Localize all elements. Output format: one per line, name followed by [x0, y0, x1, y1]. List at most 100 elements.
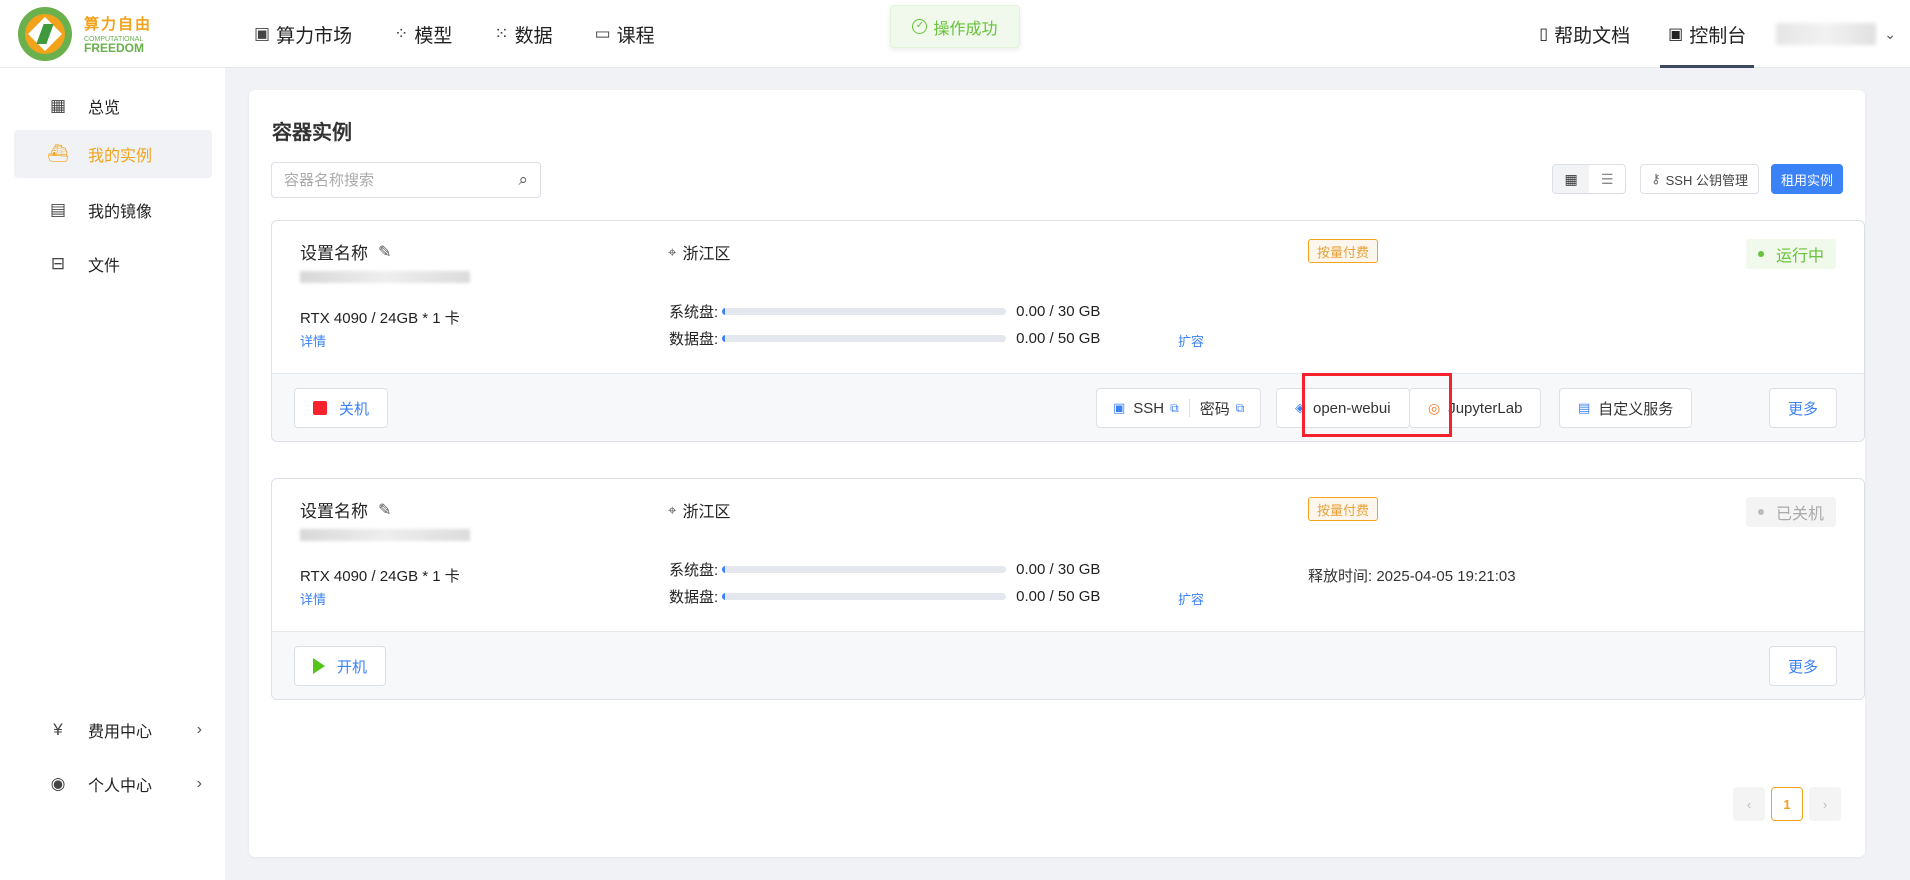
brand-text[interactable]: 算力自由 COMPUTATIONAL FREEDOM [84, 13, 152, 54]
page-title: 容器实例 [272, 122, 352, 144]
search-input[interactable] [284, 171, 519, 189]
system-disk: 系统盘: 0.00 / 30 GB [669, 559, 1100, 580]
nav-label: 数据 [514, 25, 553, 47]
instance-region: ⌖ 浙江区 [668, 240, 730, 264]
sidebar-item-label: 我的镜像 [88, 204, 153, 221]
pagination: ‹ 1 › [1733, 787, 1841, 821]
disk-value: 0.00 / 50 GB [1016, 588, 1101, 605]
disk-usage-bar [722, 566, 1007, 573]
instance-region: ⌖ 浙江区 [668, 498, 730, 522]
expand-disk-link[interactable]: 扩容 [1178, 589, 1204, 608]
stop-icon [313, 401, 327, 415]
top-navbar: 算力自由 COMPUTATIONAL FREEDOM ▣ 算力市场 ⁘ 模型 ⁙ 数据… [0, 0, 1910, 68]
custom-service-button[interactable]: ▤ 自定义服务 [1559, 388, 1693, 428]
more-label: 更多 [1788, 658, 1819, 676]
detail-link[interactable]: 详情 [300, 589, 326, 608]
instance-card: 设置名称 ✎ RTX 4090 / 24GB * 1 卡 详情 ⌖ 浙江区 系统盘:… [271, 478, 1865, 700]
disk-usage-fill [722, 566, 725, 573]
ssh-login-group: ▣ SSH ⧉ 密码 ⧉ [1096, 388, 1262, 428]
nav-item-model[interactable]: ⁘ 模型 [394, 21, 452, 48]
document-icon: ▤ [1578, 400, 1591, 415]
power-off-button[interactable]: 关机 [294, 388, 389, 428]
sidebar-item-label: 个人中心 [88, 778, 153, 795]
ssh-key-label: SSH 公钥管理 [1665, 172, 1748, 188]
grid-view-icon[interactable]: ▦ [1553, 165, 1590, 193]
sidebar-item-overview[interactable]: ▦ 总览 [14, 82, 212, 130]
terminal-icon: ▣ [1113, 400, 1126, 415]
toolbar: ▦ ☰ ⚷ SSH 公钥管理 租用实例 [1552, 164, 1843, 194]
success-toast: ✓ 操作成功 [890, 5, 1020, 48]
billing-badge: 按量付费 [1308, 497, 1379, 521]
disk-label: 系统盘: [669, 562, 719, 579]
chip-icon: ▣ [254, 24, 271, 43]
sidebar-item-images[interactable]: ▤ 我的镜像 [14, 186, 212, 234]
more-button[interactable]: 更多 [1769, 388, 1838, 428]
status-dot [1757, 509, 1764, 515]
chevron-down-icon: ⌄ [1884, 25, 1896, 42]
console-link[interactable]: ▣ 控制台 [1660, 0, 1755, 68]
disk-label: 系统盘: [669, 304, 719, 321]
main-panel: 容器实例 ⌕ ▦ ☰ ⚷ SSH 公钥管理 租用实例 设置名称 ✎ RTX 4090… [249, 90, 1865, 857]
nav-label: 模型 [414, 25, 453, 47]
sidebar-item-billing[interactable]: ¥ 费用中心 › [14, 706, 212, 754]
expand-disk-link[interactable]: 扩容 [1178, 331, 1204, 350]
brand-logo[interactable] [18, 7, 72, 61]
region-label: 浙江区 [682, 246, 731, 263]
book-icon: ▯ [1539, 26, 1549, 43]
jupyter-label: JupyterLab [1448, 399, 1523, 417]
nav-item-data[interactable]: ⁙ 数据 [494, 21, 552, 48]
sidebar-item-label: 文件 [88, 258, 121, 275]
sidebar-item-files[interactable]: ⊟ 文件 [14, 240, 212, 288]
monitor-icon: ▣ [1668, 26, 1684, 43]
help-docs-link[interactable]: ▯ 帮助文档 [1531, 0, 1638, 68]
dashboard-icon: ▦ [49, 96, 67, 115]
model-icon: ⁘ [394, 24, 409, 43]
drive-icon: ⊟ [50, 254, 66, 273]
instance-id-blurred [300, 529, 470, 541]
instance-name-row: 设置名称 ✎ [300, 239, 391, 264]
sidebar-item-instances[interactable]: ⛴ 我的实例 [14, 130, 212, 178]
user-menu[interactable]: ⌄ [1776, 23, 1896, 45]
sidebar-item-label: 我的实例 [88, 148, 153, 165]
card-actions: 关机 ▣ SSH ⧉ 密码 ⧉ ◈ open-webui ◎ JupyterLab … [272, 373, 1864, 441]
billing-badge: 按量付费 [1308, 239, 1379, 263]
power-on-button[interactable]: 开机 [294, 646, 387, 686]
yen-icon: ¥ [53, 720, 63, 739]
chevron-right-icon: › [196, 775, 202, 792]
avatar [1776, 23, 1877, 45]
rent-instance-button[interactable]: 租用实例 [1770, 164, 1843, 194]
copy-icon[interactable]: ⧉ [1170, 401, 1179, 416]
disk-usage-fill [722, 593, 725, 600]
scrollbar[interactable] [1896, 68, 1910, 880]
course-icon: ▭ [594, 24, 611, 43]
more-label: 更多 [1788, 400, 1819, 418]
prev-page-button[interactable]: ‹ [1733, 787, 1765, 821]
edit-icon[interactable]: ✎ [378, 500, 391, 520]
toast-text: 操作成功 [933, 20, 998, 38]
nav-item-course[interactable]: ▭ 课程 [595, 21, 655, 48]
edit-icon[interactable]: ✎ [378, 242, 391, 262]
search-icon[interactable]: ⌕ [518, 170, 528, 190]
list-view-icon[interactable]: ☰ [1589, 165, 1625, 193]
custom-label: 自定义服务 [1598, 400, 1674, 418]
disk-usage-bar [722, 308, 1007, 315]
location-icon: ⌖ [668, 243, 677, 261]
status-badge: 运行中 [1745, 239, 1836, 269]
view-toggle: ▦ ☰ [1552, 164, 1627, 194]
more-button[interactable]: 更多 [1769, 646, 1838, 686]
disk-value: 0.00 / 30 GB [1016, 303, 1101, 320]
disk-label: 数据盘: [669, 589, 719, 606]
status-text: 运行中 [1775, 248, 1824, 265]
ssh-key-button[interactable]: ⚷ SSH 公钥管理 [1640, 164, 1759, 194]
chevron-right-icon: › [196, 721, 202, 738]
rent-label: 租用实例 [1780, 172, 1833, 188]
image-folder-icon: ▤ [49, 200, 67, 219]
next-page-button[interactable]: › [1809, 787, 1841, 821]
detail-link[interactable]: 详情 [300, 331, 326, 350]
nav-item-market[interactable]: ▣ 算力市场 [254, 21, 352, 48]
sidebar-item-profile[interactable]: ◉ 个人中心 › [14, 760, 212, 808]
search-box: ⌕ [271, 162, 541, 198]
instance-gpu: RTX 4090 / 24GB * 1 卡 [300, 310, 460, 327]
copy-icon[interactable]: ⧉ [1236, 401, 1245, 416]
page-number[interactable]: 1 [1771, 787, 1803, 821]
